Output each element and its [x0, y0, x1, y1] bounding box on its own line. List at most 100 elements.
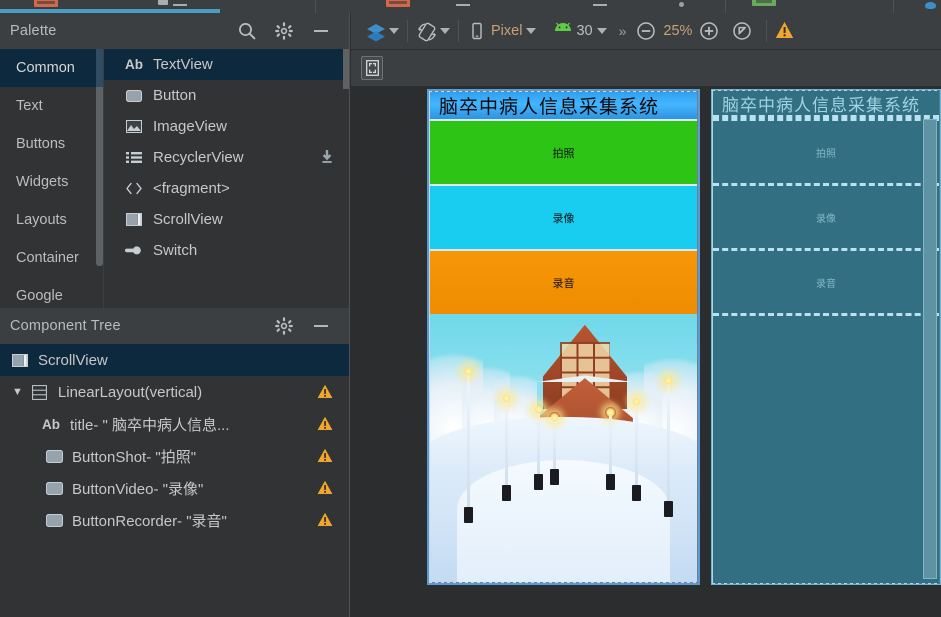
tree-node-label: ButtonShot- "拍照" [72, 448, 197, 466]
chevron-down-icon[interactable] [440, 28, 450, 34]
warning-icon[interactable] [317, 480, 333, 499]
tree-node-linearlayout[interactable]: ▼ LinearLayout(vertical) [0, 376, 349, 408]
warning-icon[interactable] [317, 384, 333, 403]
design-toolbar: Pixel 30 » 25% [351, 13, 941, 50]
zoom-in-icon[interactable] [699, 21, 719, 41]
palette-category-widgets[interactable]: Widgets [0, 163, 103, 201]
blueprint-button-recorder[interactable]: 录音 [713, 248, 939, 313]
zoom-out-icon[interactable] [636, 21, 656, 41]
toolbar-icon-b[interactable] [173, 4, 187, 6]
chevron-down-icon[interactable] [596, 28, 607, 34]
button-icon [44, 512, 64, 528]
toolbar-run-config-icon[interactable] [386, 0, 410, 7]
palette-body: Common Text Buttons Widgets Layouts Cont… [0, 49, 349, 308]
layers-icon [365, 21, 385, 42]
palette-item-scrollbar[interactable] [343, 49, 349, 89]
palette-item-fragment[interactable]: <fragment> [104, 173, 349, 204]
palette-item-list[interactable]: Ab TextView Button ImageView RecyclerVie… [104, 49, 349, 308]
toolbar-avd-icon[interactable] [752, 0, 776, 6]
minimize-icon[interactable] [311, 21, 331, 41]
toolbar-icon-e[interactable] [679, 2, 684, 7]
palette-title: Palette [10, 23, 57, 39]
design-canvas[interactable]: 脑卒中病人信息采集系统 拍照 录像 录音 脑卒中病人信息采集系统 拍照 录像 录… [351, 87, 941, 617]
palette-item-recyclerview[interactable]: RecyclerView [104, 142, 349, 173]
warning-icon[interactable] [317, 416, 333, 435]
warning-icon[interactable] [775, 21, 795, 41]
zoom-fit-icon[interactable] [732, 21, 752, 41]
toolbar-module-icon[interactable] [34, 0, 58, 7]
palette-category-list[interactable]: Common Text Buttons Widgets Layouts Cont… [0, 49, 104, 308]
palette-header: Palette [0, 13, 349, 49]
gear-icon[interactable] [274, 21, 294, 41]
tree-node-buttonvideo[interactable]: ButtonVideo- "录像" [0, 472, 349, 504]
text-ab-icon: Ab [125, 57, 143, 72]
palette-item-imageview[interactable]: ImageView [104, 111, 349, 142]
orientation-dropdown[interactable] [408, 21, 458, 42]
preview-button-video[interactable]: 录像 [430, 184, 697, 249]
tree-node-label: ButtonVideo- "录像" [72, 480, 204, 498]
device-label: Pixel [491, 23, 523, 39]
expander-caret-icon[interactable]: ▼ [12, 386, 23, 398]
preview-title-textview[interactable]: 脑卒中病人信息采集系统 [430, 92, 697, 119]
palette-item-textview[interactable]: Ab TextView [104, 49, 349, 80]
tree-node-title[interactable]: Ab title- " 脑卒中病人信息... [0, 408, 349, 440]
device-preview-frame[interactable]: 脑卒中病人信息采集系统 拍照 录像 录音 [427, 89, 700, 585]
palette-item-scrollview[interactable]: ScrollView [104, 204, 349, 235]
toolbar-icon-c[interactable] [456, 4, 470, 6]
button-icon [124, 88, 144, 104]
component-tree-body[interactable]: ScrollView ▼ LinearLayout(vertical) Ab t… [0, 344, 349, 617]
chevron-down-icon[interactable] [389, 28, 399, 34]
text-ab-icon: Ab [42, 416, 60, 432]
button-icon [44, 480, 64, 496]
button-icon [44, 448, 64, 464]
palette-category-selection-marker [96, 49, 103, 87]
switch-icon [124, 243, 144, 259]
minimize-icon[interactable] [311, 316, 331, 336]
component-tree-title: Component Tree [10, 318, 121, 334]
tree-node-label: title- " 脑卒中病人信息... [70, 416, 230, 434]
palette-category-text[interactable]: Text [0, 87, 103, 125]
warning-icon[interactable] [317, 512, 333, 531]
blueprint-frame[interactable]: 脑卒中病人信息采集系统 拍照 录像 录音 [711, 89, 941, 585]
scrollview-icon [10, 352, 30, 368]
blueprint-title-textview[interactable]: 脑卒中病人信息采集系统 [713, 91, 939, 118]
palette-category-common[interactable]: Common [0, 49, 103, 87]
api-level-dropdown[interactable]: 30 [544, 21, 614, 41]
preview-button-recorder[interactable]: 录音 [430, 249, 697, 314]
toolbar-search-icon[interactable] [925, 2, 936, 9]
api-level-label: 30 [576, 23, 593, 39]
android-icon [552, 21, 572, 41]
palette-item-button[interactable]: Button [104, 80, 349, 111]
blueprint-button-video[interactable]: 录像 [713, 183, 939, 248]
view-options-icon[interactable] [361, 56, 383, 80]
download-icon[interactable] [319, 149, 335, 165]
preview-imageview[interactable] [430, 314, 697, 582]
tree-node-scrollview[interactable]: ScrollView [0, 344, 349, 376]
palette-category-layouts[interactable]: Layouts [0, 201, 103, 239]
palette-category-containers[interactable]: Container [0, 239, 103, 277]
blueprint-button-shot[interactable]: 拍照 [713, 118, 939, 183]
list-icon [124, 150, 144, 166]
gear-icon[interactable] [274, 316, 294, 336]
preview-button-shot[interactable]: 拍照 [430, 119, 697, 184]
warning-icon[interactable] [317, 448, 333, 467]
tree-node-buttonrecorder[interactable]: ButtonRecorder- "录音" [0, 504, 349, 536]
toolbar-icon-d[interactable] [593, 4, 607, 6]
design-toolbar-secondary [351, 50, 941, 87]
palette-category-buttons[interactable]: Buttons [0, 125, 103, 163]
blueprint-imageview[interactable] [713, 313, 939, 583]
device-dropdown[interactable]: Pixel [459, 21, 544, 41]
tree-node-label: LinearLayout(vertical) [57, 383, 203, 401]
code-brackets-icon [124, 181, 144, 197]
toolbar-icon-a[interactable] [158, 0, 168, 5]
view-mode-dropdown[interactable] [357, 21, 407, 42]
tree-node-buttonshot[interactable]: ButtonShot- "拍照" [0, 440, 349, 472]
toolbar-overflow-button[interactable]: » [615, 23, 629, 39]
chevron-down-icon[interactable] [526, 28, 537, 34]
search-icon[interactable] [237, 21, 257, 41]
android-studio-layout-editor: Palette Common Text Buttons Widgets Layo… [0, 0, 941, 617]
image-icon [124, 119, 144, 135]
blueprint-scroll-indicator[interactable] [923, 119, 937, 579]
linearlayout-icon [30, 384, 50, 400]
palette-item-switch[interactable]: Switch [104, 235, 349, 266]
